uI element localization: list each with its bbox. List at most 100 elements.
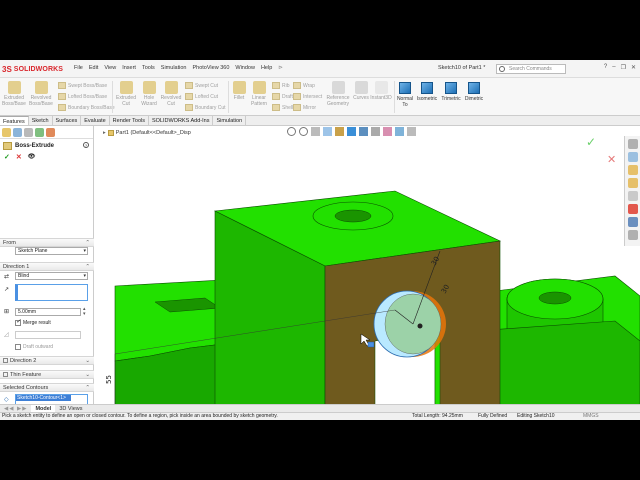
tab-render-tools[interactable]: Render Tools bbox=[110, 116, 149, 125]
wrap-button[interactable]: Wrap bbox=[293, 82, 315, 89]
search-commands-input[interactable]: Search Commands bbox=[496, 64, 566, 74]
menu-simulation[interactable]: Simulation bbox=[161, 65, 187, 71]
swept-boss-button[interactable]: Swept Boss/Base bbox=[58, 82, 107, 89]
fillet-button[interactable]: Fillet bbox=[230, 81, 248, 101]
thin-feature-header[interactable]: Thin Feature ⌄ bbox=[0, 370, 94, 379]
extruded-cut-button[interactable]: Extruded Cut bbox=[115, 81, 137, 107]
from-header[interactable]: From ⌃ bbox=[0, 238, 94, 247]
tab-solidworks-addins[interactable]: SOLIDWORKS Add-Ins bbox=[149, 116, 214, 125]
previous-view-icon[interactable] bbox=[311, 127, 320, 136]
feature-tree-tab-icon[interactable] bbox=[2, 128, 11, 137]
tab-scroll-arrows[interactable]: ◀◀ ▶▶ bbox=[0, 405, 31, 412]
forum-icon[interactable] bbox=[627, 230, 638, 240]
resources-icon[interactable] bbox=[627, 152, 638, 162]
minimize-button[interactable]: – bbox=[612, 64, 615, 71]
ok-button[interactable]: ✓ bbox=[4, 153, 10, 161]
pin-menu-icon[interactable]: ⊳ bbox=[278, 65, 283, 71]
preview-icon[interactable]: 👁 bbox=[28, 153, 36, 161]
dynamic-annotation-icon[interactable] bbox=[335, 127, 344, 136]
home-icon[interactable] bbox=[627, 139, 638, 149]
zoom-to-fit-icon[interactable] bbox=[287, 127, 296, 136]
hole-wizard-button[interactable]: Hole Wizard bbox=[138, 81, 160, 107]
custom-properties-icon[interactable] bbox=[627, 217, 638, 227]
swept-cut-button[interactable]: Swept Cut bbox=[185, 82, 218, 89]
mirror-button[interactable]: Mirror bbox=[293, 104, 316, 111]
dimetric-button[interactable]: Dimetric bbox=[464, 82, 484, 102]
depth-input[interactable]: 5.00mm bbox=[15, 308, 81, 316]
menu-insert[interactable]: Insert bbox=[122, 65, 136, 71]
tab-features[interactable]: Features bbox=[0, 116, 29, 125]
menu-help[interactable]: Help bbox=[261, 65, 272, 71]
view-orientation-icon[interactable] bbox=[347, 127, 356, 136]
help-icon[interactable]: ? bbox=[604, 64, 607, 71]
edit-appearance-icon[interactable] bbox=[383, 127, 392, 136]
close-button[interactable]: ✕ bbox=[631, 64, 636, 71]
menu-view[interactable]: View bbox=[104, 65, 116, 71]
solidworks-logo[interactable]: 3S SOLIDWORKS bbox=[2, 62, 70, 76]
depth-spinner[interactable]: ▴ ▾ bbox=[83, 307, 86, 317]
feature-tree-flyout[interactable]: ▸ Part1 (Default<<Default>_Disp bbox=[103, 130, 191, 136]
direction1-header[interactable]: Direction 1 ⌃ bbox=[0, 262, 94, 271]
lofted-boss-button[interactable]: Lofted Boss/Base bbox=[58, 93, 107, 100]
revolved-cut-button[interactable]: Revolved Cut bbox=[160, 81, 182, 107]
rib-button[interactable]: Rib bbox=[272, 82, 290, 89]
tab-3d-views[interactable]: 3D Views bbox=[55, 405, 86, 412]
graphics-area[interactable]: 30 30 55 ✓ ✕ ▸ Part1 (Default<<Default>_… bbox=[95, 126, 640, 405]
dimension-55[interactable]: 55 bbox=[105, 375, 113, 384]
instant3d-button[interactable]: Instant3D bbox=[370, 81, 392, 101]
linear-pattern-button[interactable]: Linear Pattern bbox=[248, 81, 270, 107]
selected-contours-header[interactable]: Selected Contours ⌃ bbox=[0, 383, 94, 392]
menu-file[interactable]: File bbox=[74, 65, 83, 71]
menu-edit[interactable]: Edit bbox=[89, 65, 98, 71]
restore-button[interactable]: ❐ bbox=[621, 64, 626, 71]
display-manager-tab-icon[interactable] bbox=[46, 128, 55, 137]
design-library-icon[interactable] bbox=[627, 165, 638, 175]
view-palette-icon[interactable] bbox=[627, 191, 638, 201]
confirm-cancel-icon[interactable]: ✕ bbox=[607, 153, 616, 166]
direction-vector-selection[interactable] bbox=[15, 284, 88, 301]
draft-button[interactable]: Draft bbox=[272, 93, 293, 100]
section-view-icon[interactable] bbox=[323, 127, 332, 136]
extruded-boss-button[interactable]: Extruded Boss/Base bbox=[2, 81, 26, 107]
units-button[interactable]: MMGS bbox=[583, 413, 599, 420]
tab-sketch[interactable]: Sketch bbox=[29, 116, 53, 125]
menu-photoview[interactable]: PhotoView 360 bbox=[192, 65, 229, 71]
from-select[interactable]: Sketch Plane ▾ bbox=[15, 247, 88, 255]
cancel-button[interactable]: ✕ bbox=[16, 153, 22, 161]
tab-model[interactable]: Model bbox=[31, 405, 56, 412]
confirm-ok-icon[interactable]: ✓ bbox=[586, 135, 596, 149]
reference-geometry-button[interactable]: Reference Geometry bbox=[324, 81, 352, 107]
apply-scene-icon[interactable] bbox=[395, 127, 404, 136]
configuration-tab-icon[interactable] bbox=[24, 128, 33, 137]
intersect-button[interactable]: Intersect bbox=[293, 93, 322, 100]
reverse-direction-icon[interactable]: ⇄ bbox=[4, 273, 9, 280]
direction2-header[interactable]: Direction 2 ⌄ bbox=[0, 356, 94, 365]
end-condition-select[interactable]: Blind ▾ bbox=[15, 272, 88, 280]
trimetric-button[interactable]: Trimetric bbox=[440, 82, 462, 102]
property-manager-tab-icon[interactable] bbox=[13, 128, 22, 137]
zoom-area-icon[interactable] bbox=[299, 127, 308, 136]
isometric-button[interactable]: Isometric bbox=[416, 82, 438, 102]
lofted-cut-button[interactable]: Lofted Cut bbox=[185, 93, 218, 100]
file-explorer-icon[interactable] bbox=[627, 178, 638, 188]
revolved-boss-button[interactable]: Revolved Boss/Base bbox=[28, 81, 54, 107]
menu-tools[interactable]: Tools bbox=[142, 65, 155, 71]
boundary-boss-button[interactable]: Boundary Boss/Base bbox=[58, 104, 115, 111]
tab-surfaces[interactable]: Surfaces bbox=[53, 116, 82, 125]
hide-show-icon[interactable] bbox=[371, 127, 380, 136]
thin-feature-checkbox[interactable] bbox=[3, 372, 8, 377]
display-style-icon[interactable] bbox=[359, 127, 368, 136]
help-icon[interactable]: ? bbox=[83, 142, 89, 148]
merge-result-checkbox[interactable]: Merge result bbox=[15, 318, 51, 326]
shell-button[interactable]: Shell bbox=[272, 104, 293, 111]
boundary-cut-button[interactable]: Boundary Cut bbox=[185, 104, 226, 111]
dimxpert-tab-icon[interactable] bbox=[35, 128, 44, 137]
contour-item[interactable]: Sketch10-Contour<1> bbox=[16, 395, 71, 401]
view-settings-icon[interactable] bbox=[407, 127, 416, 136]
appearances-icon[interactable] bbox=[627, 204, 638, 214]
normal-to-button[interactable]: Normal To bbox=[396, 82, 414, 108]
tab-evaluate[interactable]: Evaluate bbox=[81, 116, 110, 125]
tab-simulation[interactable]: Simulation bbox=[213, 116, 247, 125]
curves-button[interactable]: Curves bbox=[352, 81, 370, 101]
menu-window[interactable]: Window bbox=[235, 65, 255, 71]
